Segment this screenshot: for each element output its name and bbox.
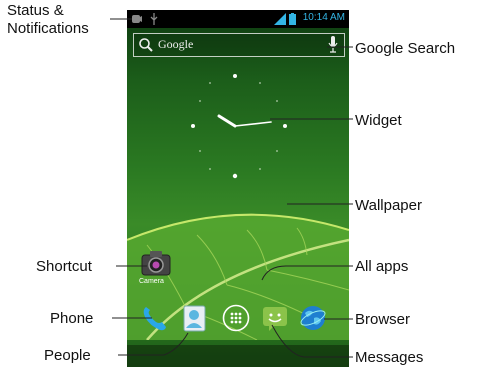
callout-lines <box>110 18 353 358</box>
